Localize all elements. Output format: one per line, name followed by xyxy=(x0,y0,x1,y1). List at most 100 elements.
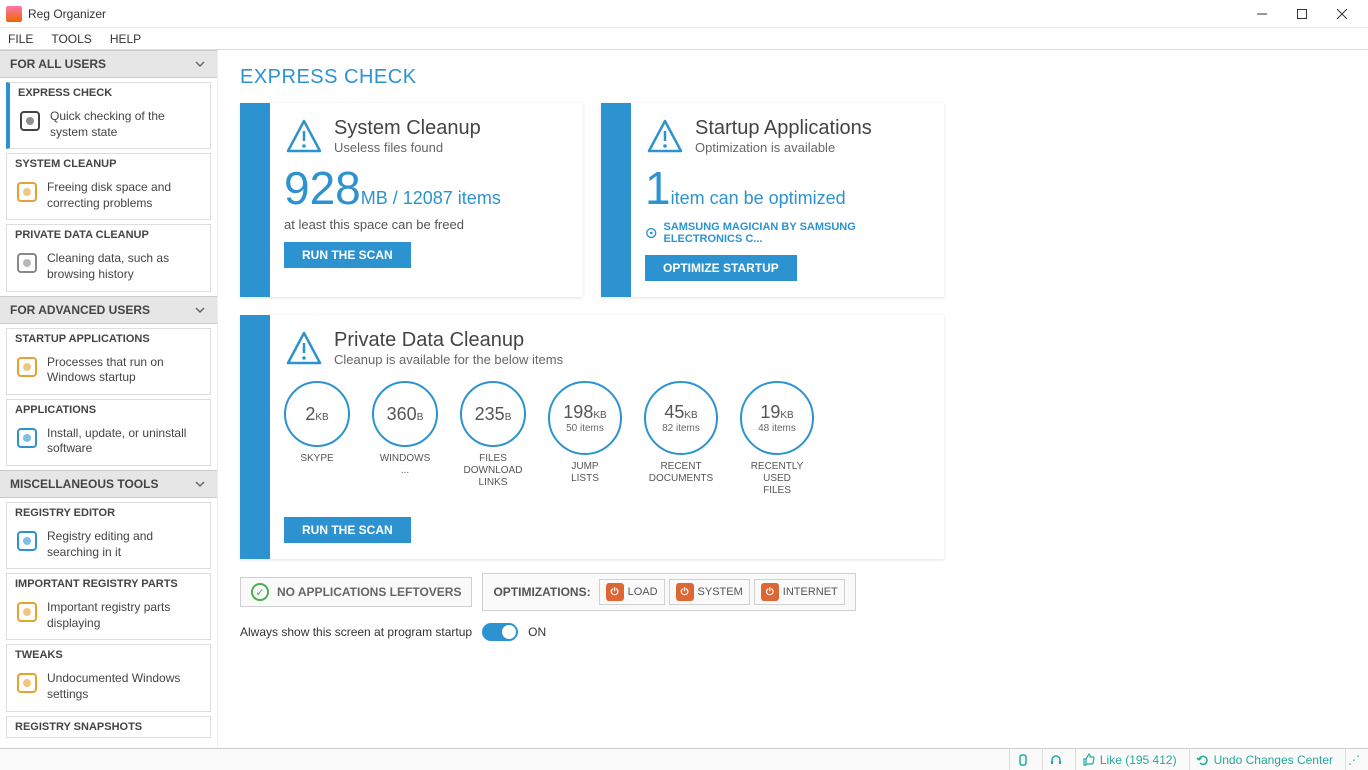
startup-detail-row[interactable]: SAMSUNG MAGICIAN BY SAMSUNG ELECTRONICS … xyxy=(645,221,926,245)
power-icon: ⏻ xyxy=(676,583,694,601)
card-system-cleanup: System Cleanup Useless files found 928MB… xyxy=(240,103,583,297)
menu-tools[interactable]: TOOLS xyxy=(51,32,91,46)
toggle-label: Always show this screen at program start… xyxy=(240,625,472,639)
navitem-header: EXPRESS CHECK xyxy=(10,83,210,103)
sidebar-item[interactable]: REGISTRY SNAPSHOTS xyxy=(6,716,211,738)
navitem-icon xyxy=(15,251,39,275)
power-icon: ⏻ xyxy=(606,583,624,601)
app-title: Reg Organizer xyxy=(28,7,1242,21)
minimize-button[interactable] xyxy=(1242,1,1282,27)
cleanup-circle[interactable]: 360BWINDOWS... xyxy=(372,381,438,497)
cleanup-circle[interactable]: 198KB50 itemsJUMPLISTS xyxy=(548,381,622,497)
cleanup-circle[interactable]: 19KB48 itemsRECENTLYUSEDFILES xyxy=(740,381,814,497)
navitem-icon xyxy=(15,355,39,379)
chevron-down-icon xyxy=(193,477,207,491)
sidebar-item[interactable]: PRIVATE DATA CLEANUPCleaning data, such … xyxy=(6,224,211,291)
startup-suffix: item can be optimized xyxy=(671,188,846,208)
card-stripe xyxy=(240,315,270,559)
run-scan-button[interactable]: RUN THE SCAN xyxy=(284,242,411,268)
opt-pill[interactable]: ⏻INTERNET xyxy=(754,579,845,605)
navitem-icon xyxy=(15,671,39,695)
sidebar-item[interactable]: TWEAKS Undocumented Windows settings xyxy=(6,644,211,711)
run-scan-button[interactable]: RUN THE SCAN xyxy=(284,517,411,543)
maximize-button[interactable] xyxy=(1282,1,1322,27)
sidebar-group-header[interactable]: FOR ADVANCED USERS xyxy=(0,296,217,324)
status-resize-grip[interactable]: ⋰ xyxy=(1345,749,1362,770)
card-title: System Cleanup xyxy=(334,117,481,140)
sidebar: FOR ALL USERS EXPRESS CHECK Quick checking… xyxy=(0,50,218,748)
navitem-icon xyxy=(15,426,39,450)
leftovers-pill[interactable]: ✓ NO APPLICATIONS LEFTOVERS xyxy=(240,577,472,607)
circle-label: JUMPLISTS xyxy=(548,461,622,485)
warning-icon xyxy=(284,117,324,157)
navitem-header: IMPORTANT REGISTRY PARTS xyxy=(7,574,210,594)
card-title: Startup Applications xyxy=(695,117,872,140)
main-content: EXPRESS CHECK System Cleanup Useless fil… xyxy=(218,50,1368,748)
check-icon: ✓ xyxy=(251,583,269,601)
sidebar-item[interactable]: STARTUP APPLICATIONSProcesses that run o… xyxy=(6,328,211,395)
navitem-header: PRIVATE DATA CLEANUP xyxy=(7,225,210,245)
circle-label: RECENTDOCUMENTS xyxy=(644,461,718,485)
close-button[interactable] xyxy=(1322,1,1362,27)
navitem-desc: Undocumented Windows settings xyxy=(47,671,202,702)
card-stripe xyxy=(601,103,631,297)
card-title: Private Data Cleanup xyxy=(334,329,563,352)
page-title: EXPRESS CHECK xyxy=(240,66,1346,89)
cleanup-suffix: MB / 12087 items xyxy=(361,188,501,208)
like-label: Like (195 412) xyxy=(1100,753,1177,767)
sidebar-item[interactable]: EXPRESS CHECK Quick checking of the syste… xyxy=(6,82,211,149)
cleanup-note: at least this space can be freed xyxy=(284,217,565,232)
navitem-header: REGISTRY EDITOR xyxy=(7,503,210,523)
menu-help[interactable]: HELP xyxy=(110,32,141,46)
startup-toggle-row: Always show this screen at program start… xyxy=(240,623,1346,641)
navitem-header: APPLICATIONS xyxy=(7,400,210,420)
navitem-header: TWEAKS xyxy=(7,645,210,665)
warning-icon xyxy=(284,329,324,369)
status-headset-icon[interactable] xyxy=(1042,749,1069,770)
bottom-bar: ✓ NO APPLICATIONS LEFTOVERS OPTIMIZATION… xyxy=(240,573,1346,611)
card-subtitle: Cleanup is available for the below items xyxy=(334,352,563,367)
navitem-desc: Quick checking of the system state xyxy=(50,109,202,140)
chevron-down-icon xyxy=(193,303,207,317)
sidebar-item[interactable]: APPLICATIONS Install, update, or uninstal… xyxy=(6,399,211,466)
opt-pill[interactable]: ⏻LOAD xyxy=(599,579,665,605)
navitem-header: STARTUP APPLICATIONS xyxy=(7,329,210,349)
gear-icon xyxy=(645,226,657,240)
warning-icon xyxy=(645,117,685,157)
cleanup-circle[interactable]: 45KB82 itemsRECENTDOCUMENTS xyxy=(644,381,718,497)
sidebar-item[interactable]: IMPORTANT REGISTRY PARTSImportant regist… xyxy=(6,573,211,640)
startup-count: 1 xyxy=(645,165,671,211)
menu-file[interactable]: FILE xyxy=(8,32,33,46)
startup-detail: SAMSUNG MAGICIAN BY SAMSUNG ELECTRONICS … xyxy=(663,221,926,245)
cleanup-circle[interactable]: 2KBSKYPE xyxy=(284,381,350,497)
cleanup-circle[interactable]: 235BFILESDOWNLOADLINKS xyxy=(460,381,526,497)
optimize-startup-button[interactable]: OPTIMIZE STARTUP xyxy=(645,255,797,281)
card-stripe xyxy=(240,103,270,297)
sidebar-item[interactable]: SYSTEM CLEANUP Freeing disk space and cor… xyxy=(6,153,211,220)
optimizations-pill: OPTIMIZATIONS: ⏻LOAD⏻SYSTEM⏻INTERNET xyxy=(482,573,855,611)
sidebar-group-header[interactable]: MISCELLANEOUS TOOLS xyxy=(0,470,217,498)
status-undo[interactable]: Undo Changes Center xyxy=(1189,749,1339,770)
app-icon xyxy=(6,6,22,22)
navitem-header: SYSTEM CLEANUP xyxy=(7,154,210,174)
startup-toggle[interactable] xyxy=(482,623,518,641)
navitem-desc: Registry editing and searching in it xyxy=(47,529,202,560)
navitem-icon xyxy=(15,600,39,624)
sidebar-group-header[interactable]: FOR ALL USERS xyxy=(0,50,217,78)
navitem-desc: Install, update, or uninstall software xyxy=(47,426,202,457)
opt-label: OPTIMIZATIONS: xyxy=(493,585,590,599)
card-private-data: Private Data Cleanup Cleanup is availabl… xyxy=(240,315,944,559)
navitem-icon xyxy=(15,529,39,553)
card-subtitle: Useless files found xyxy=(334,140,481,155)
navitem-icon xyxy=(18,109,42,133)
navitem-desc: Freeing disk space and correcting proble… xyxy=(47,180,202,211)
titlebar: Reg Organizer xyxy=(0,0,1368,28)
sidebar-item[interactable]: REGISTRY EDITOR Registry editing and sear… xyxy=(6,502,211,569)
status-power-icon[interactable] xyxy=(1009,749,1036,770)
circle-label: RECENTLYUSEDFILES xyxy=(740,461,814,497)
undo-icon xyxy=(1196,753,1210,767)
toggle-state: ON xyxy=(528,625,546,639)
status-like[interactable]: Like (195 412) xyxy=(1075,749,1183,770)
circle-label: WINDOWS... xyxy=(372,453,438,477)
opt-pill[interactable]: ⏻SYSTEM xyxy=(669,579,750,605)
